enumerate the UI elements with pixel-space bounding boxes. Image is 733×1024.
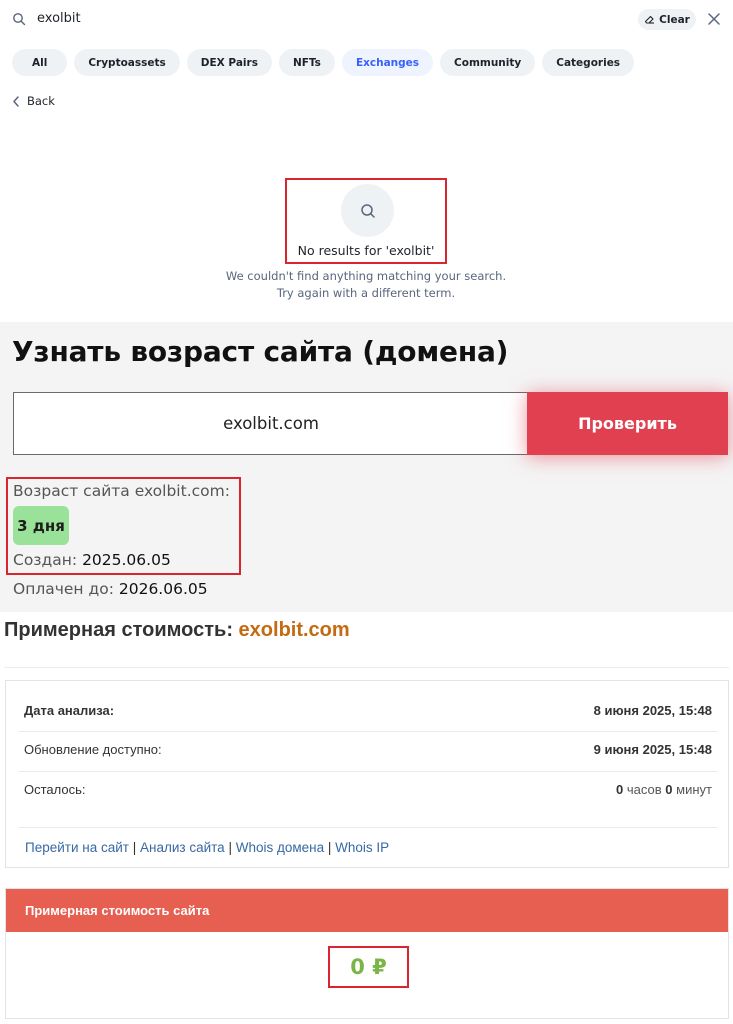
price-card-header: Примерная стоимость сайта [6, 889, 728, 932]
row-divider [18, 771, 718, 772]
tab-categories[interactable]: Categories [542, 49, 635, 76]
link-whois-domain[interactable]: Whois домена [236, 840, 324, 855]
check-button[interactable]: Проверить [527, 392, 728, 455]
paid-value: 2026.06.05 [118, 580, 208, 598]
chevron-left-icon [13, 95, 19, 107]
minutes-value: 0 [665, 782, 673, 797]
link-whois-ip[interactable]: Whois IP [335, 840, 389, 855]
paid-label: Оплачен до: [13, 580, 114, 598]
minutes-unit: минут [676, 782, 712, 797]
search-bar[interactable]: exolbit Clear [0, 0, 733, 40]
back-button[interactable]: Back [12, 94, 55, 108]
divider [4, 667, 729, 668]
row-value: 9 июня 2025, 15:48 [593, 742, 712, 757]
highlight-box-no-results [285, 178, 447, 264]
tab-nfts[interactable]: NFTs [278, 49, 335, 76]
table-row: Обновление доступно: 9 июня 2025, 15:48 [24, 742, 712, 762]
estimate-heading: Примерная стоимость: exolbit.com [4, 619, 350, 642]
empty-state-message: We couldn't find anything matching your … [225, 269, 507, 283]
search-input[interactable]: exolbit [37, 11, 81, 26]
domain-input[interactable]: exolbit.com [13, 392, 528, 455]
tab-dex-pairs[interactable]: DEX Pairs [186, 49, 272, 76]
clear-button[interactable]: Clear [638, 9, 696, 30]
table-row: Дата анализа: 8 июня 2025, 15:48 [24, 703, 712, 723]
row-key: Обновление доступно: [24, 742, 162, 757]
link-separator: | [132, 840, 137, 855]
estimate-domain: exolbit.com [238, 619, 350, 641]
row-divider [18, 827, 718, 828]
highlight-box-price [328, 946, 409, 988]
link-separator: | [228, 840, 232, 855]
tab-all[interactable]: All [12, 49, 68, 76]
estimate-heading-label: Примерная стоимость: [4, 619, 233, 641]
tab-exchanges[interactable]: Exchanges [341, 49, 434, 76]
highlight-box-domain-age [6, 477, 241, 575]
link-site-analysis[interactable]: Анализ сайта [140, 840, 225, 855]
clear-button-label: Clear [659, 13, 690, 26]
paid-until-date: Оплачен до: 2026.06.05 [13, 580, 208, 598]
tab-cryptoassets[interactable]: Cryptoassets [74, 49, 180, 76]
row-value: 8 июня 2025, 15:48 [593, 703, 712, 718]
close-icon[interactable] [706, 11, 722, 27]
eraser-icon [645, 15, 655, 24]
row-key: Дата анализа: [24, 703, 115, 718]
links-row: Перейти на сайт | Анализ сайта | Whois д… [25, 840, 389, 855]
page-title: Узнать возраст сайта (домена) [12, 335, 509, 368]
empty-state-hint: Try again with a different term. [276, 286, 456, 300]
filter-tabs: All Cryptoassets DEX Pairs NFTs Exchange… [12, 49, 635, 76]
row-key: Осталось: [24, 782, 86, 797]
row-value: 0 часов 0 минут [616, 782, 712, 797]
hours-value: 0 [616, 782, 624, 797]
back-label: Back [27, 94, 55, 108]
search-icon [13, 13, 26, 26]
table-row: Осталось: 0 часов 0 минут [24, 782, 712, 802]
hours-unit: часов [626, 782, 662, 797]
link-separator: | [327, 840, 332, 855]
row-divider [18, 731, 718, 732]
link-go-to-site[interactable]: Перейти на сайт [25, 840, 129, 855]
tab-community[interactable]: Community [440, 49, 536, 76]
analysis-info-card: Дата анализа: 8 июня 2025, 15:48 Обновле… [5, 680, 729, 868]
